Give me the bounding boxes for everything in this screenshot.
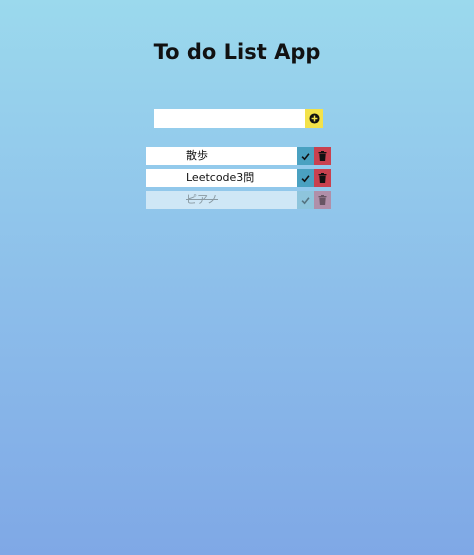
trash-icon (318, 173, 327, 183)
todo-input[interactable] (154, 109, 305, 128)
trash-icon (318, 195, 327, 205)
trash-icon (318, 151, 327, 161)
complete-button[interactable] (297, 169, 314, 187)
add-todo-form (154, 109, 323, 128)
check-icon (301, 174, 310, 182)
todo-item: 散歩 (146, 147, 331, 165)
todo-text: ピアノ (146, 191, 297, 209)
complete-button[interactable] (297, 147, 314, 165)
todo-text: Leetcode3問 (146, 169, 297, 187)
plus-circle-icon (308, 113, 320, 124)
todo-item: Leetcode3問 (146, 169, 331, 187)
complete-button[interactable] (297, 191, 314, 209)
todo-text: 散歩 (146, 147, 297, 165)
check-icon (301, 196, 310, 204)
page-title: To do List App (153, 40, 321, 64)
delete-button[interactable] (314, 169, 331, 187)
check-icon (301, 152, 310, 160)
delete-button[interactable] (314, 147, 331, 165)
todo-list: 散歩 Leetcode3問 ピアノ (146, 147, 331, 213)
delete-button[interactable] (314, 191, 331, 209)
todo-item-completed: ピアノ (146, 191, 331, 209)
add-button[interactable] (305, 109, 323, 128)
